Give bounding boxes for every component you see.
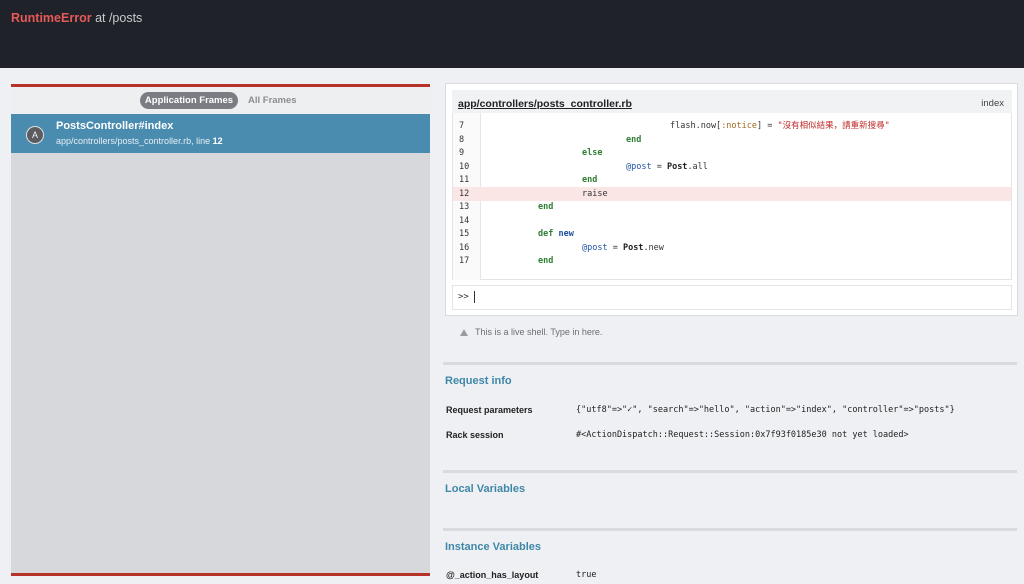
text-cursor (474, 291, 475, 303)
code-line-highlighted: 12 raise (453, 186, 1011, 201)
section-divider (443, 470, 1017, 473)
line-number: 16 (459, 242, 470, 253)
code-token: = (651, 161, 667, 172)
line-number: 10 (459, 161, 470, 172)
tab-application-frames[interactable]: Application Frames (140, 92, 238, 109)
code-token: end (538, 202, 554, 212)
source-file-name[interactable]: app/controllers/posts_controller.rb (458, 98, 632, 110)
source-method-name: index (981, 98, 1004, 109)
code-token: .all (687, 161, 708, 172)
section-divider (443, 528, 1017, 531)
console-prompt: >> (458, 292, 469, 302)
code-token: :notice (721, 121, 758, 131)
code-line: 16 @post = Post.new (453, 241, 1011, 255)
frame-file: app/controllers/posts_controller.rb, lin… (56, 136, 213, 146)
frame-tabs: Application Frames All Frames (11, 87, 430, 114)
code-token: Post (666, 161, 688, 172)
code-token: def (538, 229, 554, 239)
section-divider (443, 362, 1017, 365)
code-token: @post (582, 242, 608, 253)
code-text: @post = Post.new (582, 241, 664, 255)
code-line: 17 end (453, 254, 1011, 268)
frame-method-name: PostsController#index (56, 120, 174, 132)
line-number: 17 (459, 256, 470, 266)
code-text: raise (582, 187, 608, 201)
code-token: end (538, 256, 554, 266)
error-location: at /posts (95, 11, 143, 25)
instance-variables-title: Instance Variables (445, 541, 541, 553)
console-hint: This is a live shell. Type in here. (460, 327, 602, 337)
frame-item[interactable]: A PostsController#index app/controllers/… (11, 114, 430, 153)
code-line: 15 def new (453, 227, 1011, 241)
local-variables-title: Local Variables (445, 483, 526, 495)
error-type: RuntimeError (11, 11, 92, 25)
code-line: 13 end (453, 200, 1011, 214)
code-token: .new (643, 242, 664, 253)
code-text: def new (538, 227, 574, 241)
code-text: else (582, 146, 602, 160)
code-line: 8 end (453, 133, 1011, 147)
page-title: RuntimeError at /posts (11, 11, 142, 25)
code-line: 10 @post = Post.all (453, 160, 1011, 174)
line-number: 9 (459, 148, 465, 158)
frame-line: 12 (212, 136, 223, 146)
code-text: flash.now[:notice] = "沒有相似結果，請重新搜尋" (670, 119, 890, 133)
code-token: raise (582, 188, 608, 199)
code-token: "沒有相似結果，請重新搜尋" (777, 121, 890, 131)
code-token: @post (626, 161, 652, 172)
tab-all-frames[interactable]: All Frames (248, 92, 297, 109)
instance-variable-name: @_action_has_layout (446, 570, 539, 580)
code-token: end (626, 134, 642, 145)
line-number: 14 (459, 215, 470, 226)
code-token: = (607, 242, 623, 253)
code-text: end (626, 133, 641, 147)
line-number: 12 (459, 188, 470, 199)
code-text: end (538, 254, 553, 268)
code-text: end (582, 173, 597, 187)
line-number: 15 (459, 229, 470, 239)
triangle-up-icon (460, 329, 468, 336)
code-line: 9 else (453, 146, 1011, 160)
source-code-card: app/controllers/posts_controller.rb inde… (445, 83, 1018, 316)
code-line: 14 (453, 214, 1011, 228)
instance-variable-value: true (576, 570, 597, 580)
request-parameters-value: {"utf8"=>"✓", "search"=>"hello", "action… (576, 405, 955, 415)
request-parameters-label: Request parameters (446, 405, 533, 415)
request-info-title: Request info (445, 375, 512, 387)
frames-panel: Application Frames All Frames A PostsCon… (11, 84, 430, 576)
code-token: Post (622, 242, 644, 253)
code-listing: 7 flash.now[:notice] = "沒有相似結果，請重新搜尋" 8 end… (452, 113, 1012, 280)
code-token: flash.now[ (670, 121, 722, 131)
console-hint-text: This is a live shell. Type in here. (475, 327, 603, 337)
code-token: end (582, 175, 598, 185)
code-token: ] = (757, 121, 778, 131)
top-bar: RuntimeError at /posts (0, 0, 1024, 68)
code-text: end (538, 200, 553, 214)
line-number: 13 (459, 202, 470, 212)
code-text: @post = Post.all (626, 160, 708, 174)
line-number: 8 (459, 134, 465, 145)
code-line: 7 flash.now[:notice] = "沒有相似結果，請重新搜尋" (453, 119, 1011, 133)
rack-session-value: #<ActionDispatch::Request::Session:0x7f9… (576, 430, 909, 440)
code-line: 11 end (453, 173, 1011, 187)
code-token: new (558, 229, 574, 239)
code-token: else (582, 148, 603, 158)
line-number: 11 (459, 175, 470, 185)
application-badge-icon: A (26, 126, 44, 144)
rack-session-label: Rack session (446, 430, 504, 440)
console-input[interactable]: >> (452, 285, 1012, 310)
line-number: 7 (459, 121, 465, 131)
frame-location: app/controllers/posts_controller.rb, lin… (56, 136, 223, 146)
code-header: app/controllers/posts_controller.rb inde… (452, 90, 1012, 113)
